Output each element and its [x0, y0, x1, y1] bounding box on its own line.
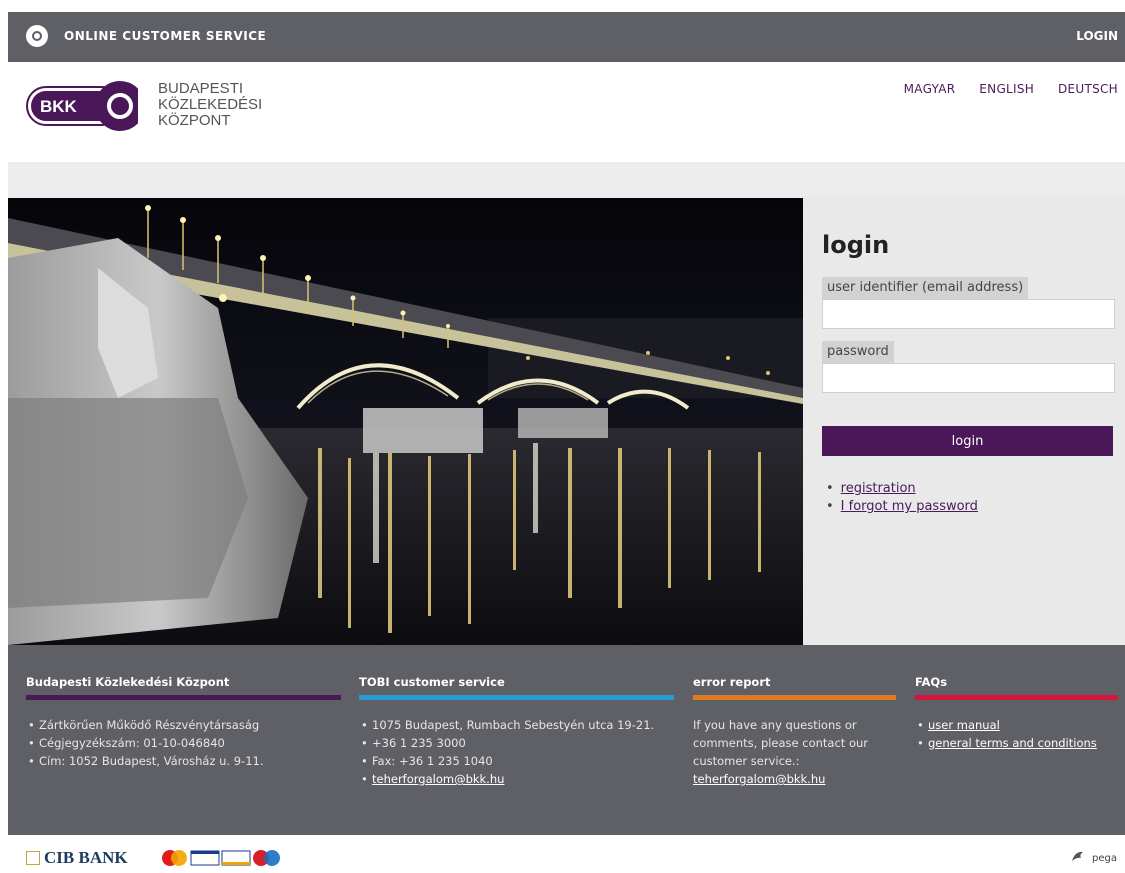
login-button[interactable]: login — [822, 426, 1113, 456]
list-item: Cégjegyzékszám: 01-10-046840 — [26, 734, 341, 752]
list-item: user manual — [915, 716, 1118, 734]
user-identifier-label: user identifier (email address) — [822, 277, 1029, 299]
spacer-bar — [8, 162, 1125, 198]
terms-link[interactable]: general terms and conditions — [928, 736, 1097, 750]
top-login-link[interactable]: LOGIN — [1076, 29, 1118, 43]
password-label: password — [822, 341, 894, 363]
forgot-password-link[interactable]: I forgot my password — [841, 499, 978, 514]
pega-consult-logo: pega — [1071, 849, 1117, 864]
footer-faq-title: FAQs — [915, 675, 948, 689]
logo-line-3: KÖZPONT — [158, 112, 231, 129]
list-item: general terms and conditions — [915, 734, 1118, 752]
lang-deutsch[interactable]: DEUTSCH — [1058, 82, 1118, 96]
login-panel: login user identifier (email address) pa… — [803, 198, 1125, 645]
pega-swirl-icon — [1071, 851, 1083, 861]
lang-magyar[interactable]: MAGYAR — [904, 82, 956, 96]
login-links: registration I forgot my password — [826, 481, 978, 517]
service-email-link[interactable]: teherforgalom@bkk.hu — [372, 772, 504, 786]
language-nav: MAGYAR ENGLISH DEUTSCH — [884, 82, 1118, 96]
cib-square-icon — [26, 851, 40, 865]
registration-link[interactable]: registration — [841, 481, 916, 496]
list-item: registration — [826, 481, 978, 496]
footer-error-title: error report — [693, 675, 771, 689]
logo-line-2: KÖZLEKEDÉSI — [158, 96, 263, 113]
footer: Budapesti Közlekedési Központ Zártkörűen… — [8, 645, 1125, 835]
list-item: Fax: +36 1 235 1040 — [359, 752, 674, 770]
logo-wordmark: BUDAPESTI KÖZLEKEDÉSI KÖZPONT — [158, 81, 262, 129]
top-bar: ONLINE CUSTOMER SERVICE LOGIN — [8, 12, 1125, 62]
user-manual-link[interactable]: user manual — [928, 718, 1000, 732]
footer-company-column: Budapesti Közlekedési Központ Zártkörűen… — [26, 675, 341, 770]
list-item: 1075 Budapest, Rumbach Sebestyén utca 19… — [359, 716, 674, 734]
cib-bank-logo: CIB BANK — [26, 848, 128, 868]
footer-company-title: Budapesti Közlekedési Központ — [26, 675, 230, 689]
footer-rule-purple — [26, 695, 341, 700]
payment-strip: CIB BANK pega — [8, 835, 1125, 873]
user-identifier-input[interactable] — [822, 299, 1115, 329]
bridge-illustration — [8, 198, 803, 645]
footer-rule-blue — [359, 695, 674, 700]
footer-customer-service-column: TOBI customer service 1075 Budapest, Rum… — [359, 675, 674, 788]
site-title: ONLINE CUSTOMER SERVICE — [64, 29, 267, 43]
lang-english[interactable]: ENGLISH — [979, 82, 1034, 96]
list-item: I forgot my password — [826, 499, 978, 514]
footer-faq-column: FAQs user manual general terms and condi… — [915, 675, 1118, 752]
bank-name: CIB BANK — [44, 848, 128, 867]
hero-bridge-image — [8, 198, 803, 645]
card-logos-icon — [162, 850, 280, 866]
error-email-link[interactable]: teherforgalom@bkk.hu — [693, 772, 825, 786]
footer-error-report-column: error report If you have any questions o… — [693, 675, 896, 788]
footer-service-title: TOBI customer service — [359, 675, 505, 689]
error-report-text: If you have any questions or comments, p… — [693, 718, 869, 768]
footer-rule-red — [915, 695, 1118, 700]
list-item: +36 1 235 3000 — [359, 734, 674, 752]
bkk-logo[interactable]: BKK — [26, 80, 138, 132]
circle-logo-icon — [26, 25, 48, 47]
list-item: teherforgalom@bkk.hu — [359, 770, 674, 788]
login-title: login — [822, 231, 890, 259]
list-item: Cím: 1052 Budapest, Városház u. 9-11. — [26, 752, 341, 770]
logo-abbreviation: BKK — [40, 97, 78, 116]
list-item: Zártkörűen Működő Részvénytársaság — [26, 716, 341, 734]
header: BKK BUDAPESTI KÖZLEKEDÉSI KÖZPONT MAGYAR… — [8, 62, 1125, 162]
password-input[interactable] — [822, 363, 1115, 393]
footer-rule-orange — [693, 695, 896, 700]
vendor-name: pega — [1092, 853, 1117, 864]
logo-line-1: BUDAPESTI — [158, 80, 244, 97]
